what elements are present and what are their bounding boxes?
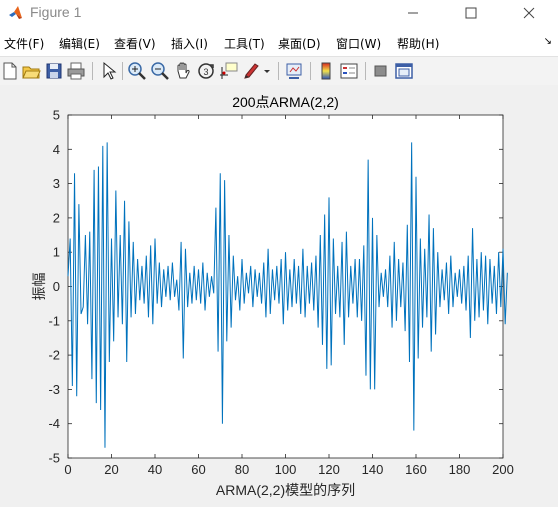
- pointer-icon[interactable]: [98, 61, 118, 81]
- brush-dropdown-icon[interactable]: [262, 61, 272, 81]
- toolbar-separator: [122, 62, 123, 80]
- x-tick-label: 100: [275, 462, 297, 477]
- toolbar-separator: [365, 62, 366, 80]
- rotate-3d-icon[interactable]: 3: [196, 61, 216, 81]
- maximize-icon: [465, 7, 477, 19]
- toolbar-separator: [310, 62, 311, 80]
- brush-icon[interactable]: [242, 61, 262, 81]
- menu-overflow-icon[interactable]: ↘: [544, 36, 552, 47]
- y-tick-label: 1: [53, 245, 60, 260]
- figure-canvas: 0 20 40 60 80 100 120 140 160 180 200 5 4 3 2 1 0 -1 -2 -3 -…: [0, 85, 558, 507]
- x-tick-label: 200: [492, 462, 514, 477]
- x-tick-label: 180: [449, 462, 471, 477]
- menu-bar: 文件(F) 编辑(E) 查看(V) 插入(I) 工具(T) 桌面(D) 窗口(W…: [0, 30, 558, 54]
- data-cursor-icon[interactable]: [219, 61, 239, 81]
- y-tick-label: -2: [48, 348, 60, 363]
- minimize-icon: [408, 12, 418, 14]
- axes-box: [67, 114, 504, 459]
- menu-insert[interactable]: 插入(I): [171, 35, 208, 52]
- menu-file[interactable]: 文件(F): [4, 35, 44, 52]
- x-tick-label: 140: [362, 462, 384, 477]
- menu-window[interactable]: 窗口(W): [336, 35, 381, 52]
- open-file-icon[interactable]: [21, 61, 41, 81]
- x-axis-label: ARMA(2,2)模型的序列: [216, 482, 355, 498]
- menu-tools[interactable]: 工具(T): [224, 35, 265, 52]
- y-axis-label: 振幅: [31, 273, 47, 301]
- menu-desktop[interactable]: 桌面(D): [278, 35, 321, 52]
- svg-text:3: 3: [203, 67, 208, 77]
- menu-view[interactable]: 查看(V): [114, 35, 156, 52]
- minimize-button[interactable]: [384, 0, 442, 26]
- zoom-out-icon[interactable]: [150, 61, 170, 81]
- matlab-logo-icon: [9, 6, 22, 19]
- figure-toolbar: 3: [0, 56, 558, 86]
- arma-line-chart[interactable]: 0 20 40 60 80 100 120 140 160 180 200 5 4 3 2 1 0 -1 -2 -3 -…: [0, 85, 558, 507]
- menu-help[interactable]: 帮助(H): [397, 35, 439, 52]
- colorbar-icon[interactable]: [316, 61, 336, 81]
- y-tick-label: 3: [53, 176, 60, 191]
- y-tick-label: -3: [48, 382, 60, 397]
- close-icon: [523, 7, 535, 19]
- x-tick-label: 80: [235, 462, 249, 477]
- y-tick-label: -4: [48, 416, 60, 431]
- toolbar-separator: [278, 62, 279, 80]
- x-tick-label: 60: [191, 462, 205, 477]
- maximize-button[interactable]: [442, 0, 500, 26]
- y-tick-label: -5: [48, 451, 60, 466]
- y-tick-label: -1: [48, 313, 60, 328]
- x-tick-label: 0: [64, 462, 71, 477]
- save-icon[interactable]: [44, 61, 64, 81]
- y-tick-label: 0: [53, 279, 60, 294]
- y-tick-label: 4: [53, 142, 60, 157]
- window-title: Figure 1: [30, 4, 82, 20]
- link-plot-icon[interactable]: [284, 61, 304, 81]
- hide-plot-tools-icon[interactable]: [371, 61, 391, 81]
- legend-icon[interactable]: [339, 61, 359, 81]
- x-tick-label: 120: [318, 462, 340, 477]
- show-plot-tools-icon[interactable]: [394, 61, 414, 81]
- y-tick-label: 5: [53, 108, 60, 123]
- menu-edit[interactable]: 编辑(E): [59, 35, 100, 52]
- toolbar-separator: [92, 62, 93, 80]
- x-tick-label: 160: [405, 462, 427, 477]
- window-titlebar: Figure 1: [0, 0, 558, 26]
- close-button[interactable]: [500, 0, 558, 26]
- print-icon[interactable]: [66, 61, 86, 81]
- x-tick-label: 40: [148, 462, 162, 477]
- x-tick-label: 20: [104, 462, 118, 477]
- new-figure-icon[interactable]: [0, 61, 20, 81]
- y-tick-label: 2: [53, 210, 60, 225]
- zoom-in-icon[interactable]: [127, 61, 147, 81]
- pan-hand-icon[interactable]: [173, 61, 193, 81]
- chart-title: 200点ARMA(2,2): [232, 94, 339, 110]
